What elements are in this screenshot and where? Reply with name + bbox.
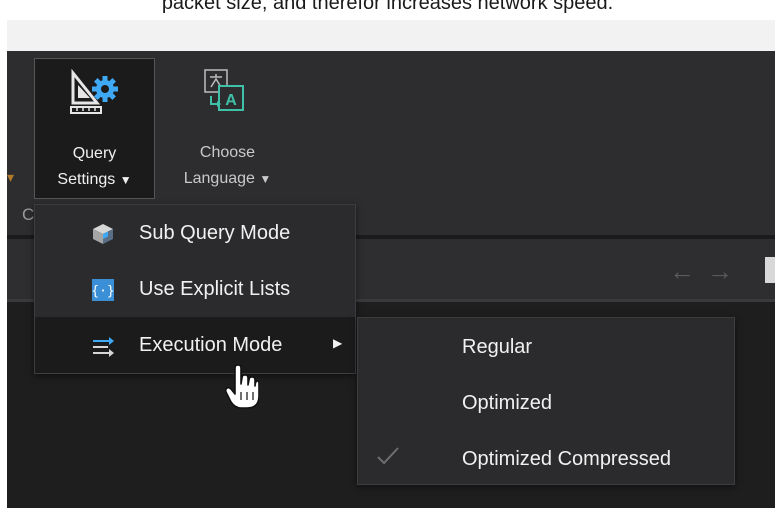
choose-language-label-line1: Choose: [199, 144, 256, 161]
execution-arrows-icon: [93, 337, 114, 357]
ribbon-group-label: C: [22, 205, 35, 224]
menu-item-use-explicit-lists[interactable]: {·} Use Explicit Lists: [35, 261, 355, 317]
menu-item-execution-mode[interactable]: Execution Mode ▶: [35, 317, 355, 373]
hand-cursor-icon: [225, 364, 259, 409]
document-strip: [7, 20, 775, 51]
menu-item-label: Use Explicit Lists: [139, 278, 291, 300]
choose-language-label-line2: Language ▼: [183, 170, 272, 187]
submenu-item-label: Optimized Compressed: [462, 448, 671, 470]
execution-mode-submenu: Regular Optimized Optimized Compressed: [357, 317, 735, 485]
menu-item-label: Sub Query Mode: [139, 222, 291, 244]
query-settings-button[interactable]: Query Settings ▼: [34, 58, 155, 199]
chevron-down-icon: ▼: [259, 172, 272, 186]
translate-icon: A: [204, 69, 244, 111]
query-settings-label-line1: Query: [72, 145, 117, 162]
submenu-item-optimized[interactable]: Optimized: [358, 374, 734, 430]
submenu-item-optimized-compressed[interactable]: Optimized Compressed: [358, 430, 734, 486]
page-caption: packet size, and therefor increases netw…: [161, 0, 614, 14]
ribbon-caret-icon: ▾: [7, 169, 15, 185]
menu-item-sub-query-mode[interactable]: Sub Query Mode: [35, 205, 355, 261]
submenu-item-label: Optimized: [462, 392, 553, 414]
braces-icon: {·}: [92, 279, 114, 301]
svg-text:{·}: {·}: [92, 284, 114, 299]
query-settings-menu: Sub Query Mode {·} Use Explicit Lists Ex…: [34, 204, 356, 374]
checkmark-icon: [377, 447, 399, 465]
menu-item-label: Execution Mode: [139, 334, 283, 356]
settings-ruler-icon: [70, 68, 118, 114]
chevron-right-icon: ▶: [333, 336, 343, 350]
toolbar-edge-button[interactable]: [765, 257, 775, 283]
application-window: ▾ C Query Settings ▼ A Choose Language ▼…: [7, 51, 775, 508]
choose-language-button[interactable]: A Choose Language ▼: [167, 58, 288, 199]
cube-icon: [93, 224, 113, 244]
chevron-down-icon: ▼: [119, 173, 132, 187]
svg-text:A: A: [225, 92, 237, 109]
query-settings-label-line2: Settings ▼: [57, 171, 132, 188]
submenu-item-label: Regular: [462, 336, 533, 358]
submenu-item-regular[interactable]: Regular: [358, 318, 734, 374]
nav-arrows[interactable]: ←→: [669, 256, 745, 287]
